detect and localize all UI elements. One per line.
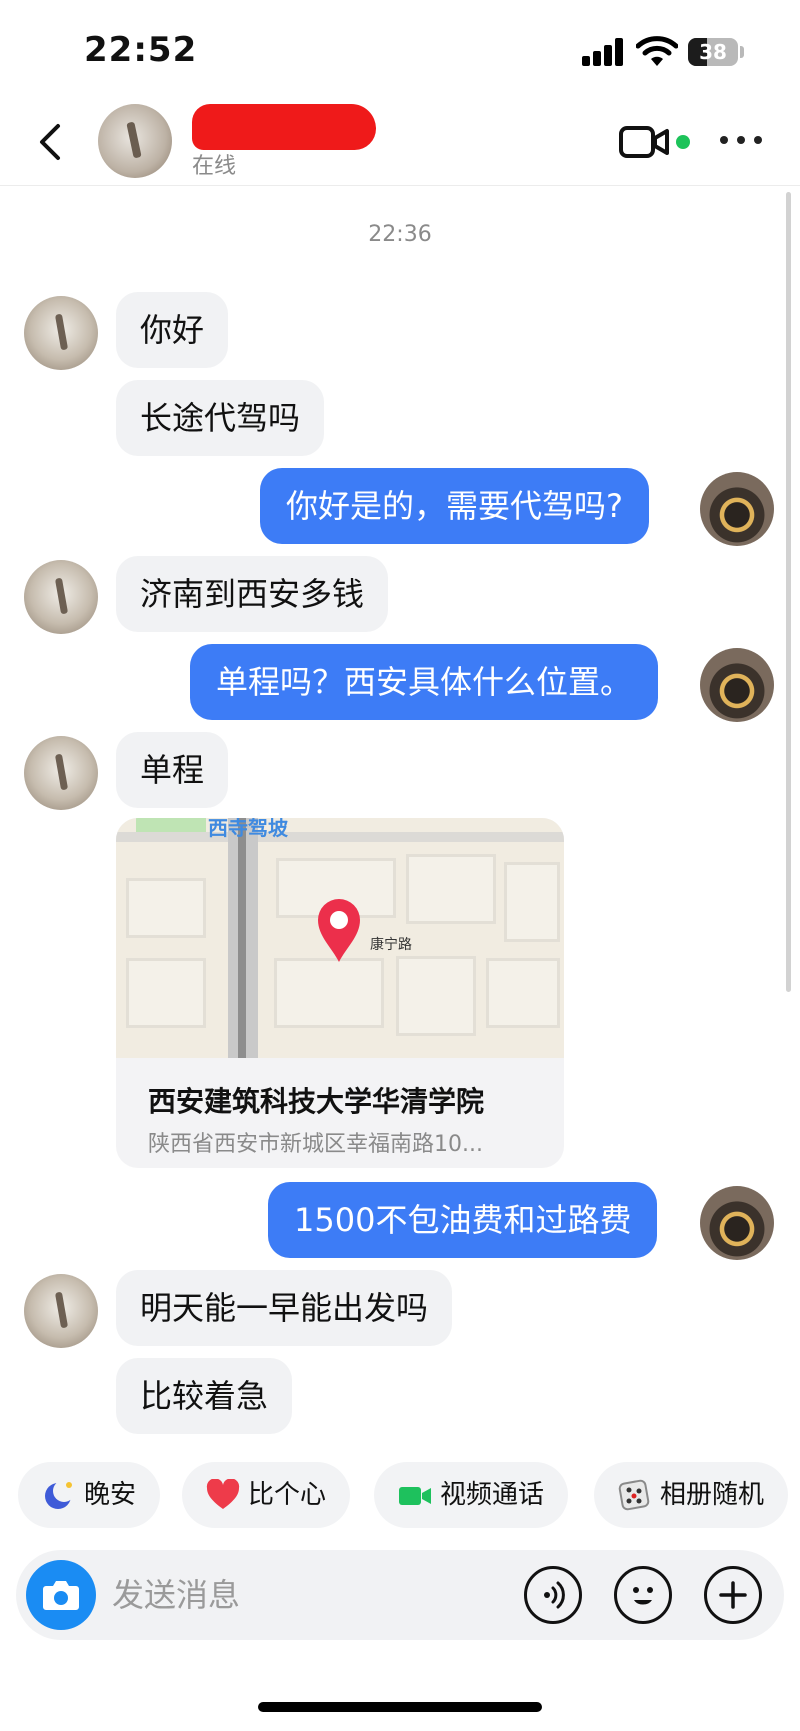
contact-avatar[interactable] (24, 736, 98, 810)
outgoing-message[interactable]: 你好是的，需要代驾吗? (260, 468, 649, 544)
emoji-icon (633, 1587, 653, 1605)
map-building (126, 958, 206, 1028)
location-card[interactable]: 西寺驾坡 康宁路 西安建筑科技大学华清学院 陕西省西安市新城区幸福南路10... (116, 818, 564, 1168)
map-building (486, 958, 560, 1028)
status-bar: 22:52 38 (0, 0, 800, 100)
map-building (126, 878, 206, 938)
battery-icon: 38 (688, 38, 738, 66)
more-options-icon[interactable] (718, 136, 764, 148)
chip-label: 比个心 (248, 1480, 327, 1510)
map-road (238, 818, 246, 1058)
contact-avatar[interactable] (24, 1274, 98, 1348)
chip-label: 相册随机 (660, 1480, 765, 1510)
incoming-message[interactable]: 你好 (116, 292, 229, 368)
contact-avatar[interactable] (98, 104, 172, 178)
location-address: 陕西省西安市新城区幸福南路10... (148, 1132, 483, 1157)
map-road-label: 西寺驾坡 (208, 818, 288, 840)
heart-icon (206, 1479, 240, 1509)
back-button[interactable] (30, 120, 70, 164)
voice-icon (544, 1581, 565, 1609)
map-building (274, 958, 384, 1028)
voice-button[interactable] (524, 1566, 582, 1624)
quick-reply-random-album[interactable]: 相册随机 (594, 1462, 789, 1528)
map-park (136, 818, 206, 832)
quick-reply-bar: 晚安 比个心 视频通话 相册随机 (0, 1462, 800, 1530)
timestamp-separator: 22:36 (368, 222, 432, 247)
battery-nub (740, 46, 744, 58)
plus-icon (719, 1581, 747, 1609)
quick-reply-video-call[interactable]: 视频通话 (374, 1462, 569, 1528)
my-avatar[interactable] (700, 648, 774, 722)
map-building (504, 862, 560, 942)
location-title: 西安建筑科技大学华清学院 (148, 1085, 485, 1118)
chip-label: 视频通话 (440, 1480, 545, 1510)
quick-reply-heart[interactable]: 比个心 (182, 1462, 351, 1528)
video-camera-icon (399, 1487, 431, 1505)
message-input[interactable] (112, 1550, 512, 1640)
home-indicator (258, 1702, 542, 1712)
map-building (396, 956, 476, 1036)
status-time: 22:52 (84, 30, 198, 70)
outgoing-message[interactable]: 1500不包油费和过路费 (268, 1182, 658, 1258)
message-input-bar (16, 1550, 784, 1640)
scrollbar[interactable] (786, 192, 791, 992)
camera-icon (43, 1581, 79, 1610)
contact-name-redacted (192, 104, 376, 150)
contact-avatar[interactable] (24, 560, 98, 634)
my-avatar[interactable] (700, 472, 774, 546)
battery-level: 38 (699, 40, 727, 64)
camera-button[interactable] (26, 1560, 96, 1630)
my-avatar[interactable] (700, 1186, 774, 1260)
map-road (116, 832, 564, 842)
incoming-message[interactable]: 单程 (116, 732, 229, 808)
online-indicator (676, 135, 690, 149)
incoming-message[interactable]: 比较着急 (116, 1358, 293, 1434)
incoming-message[interactable]: 长途代驾吗 (116, 380, 325, 456)
contact-avatar[interactable] (24, 296, 98, 370)
video-call-icon[interactable] (618, 122, 670, 162)
add-button[interactable] (704, 1566, 762, 1624)
chip-label: 晚安 (84, 1480, 137, 1510)
quick-reply-goodnight[interactable]: 晚安 (18, 1462, 161, 1528)
map-street-label: 康宁路 (370, 937, 412, 953)
cellular-signal-icon (582, 38, 626, 66)
map-pin-icon (318, 899, 360, 962)
dice-icon (618, 1479, 650, 1511)
chat-header: 在线 (0, 100, 800, 186)
location-map[interactable]: 西寺驾坡 康宁路 (116, 818, 564, 1058)
incoming-message[interactable]: 明天能一早能出发吗 (116, 1270, 453, 1346)
moon-icon (45, 1480, 75, 1509)
wifi-icon (636, 36, 678, 66)
contact-status: 在线 (192, 154, 237, 179)
emoji-button[interactable] (614, 1566, 672, 1624)
incoming-message[interactable]: 济南到西安多钱 (116, 556, 389, 632)
outgoing-message[interactable]: 单程吗？西安具体什么位置。 (190, 644, 659, 720)
map-building (406, 854, 496, 924)
